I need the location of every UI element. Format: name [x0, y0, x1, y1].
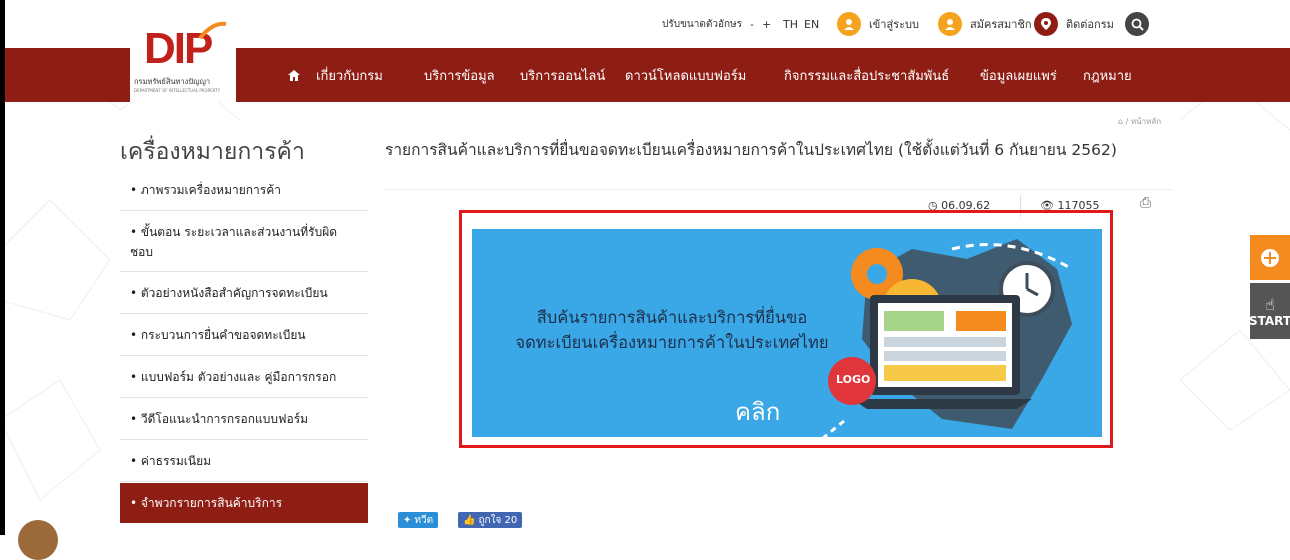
- contact-button[interactable]: ติดต่อกรม: [1034, 10, 1114, 38]
- sidebar-item-overview[interactable]: • ภาพรวมเครื่องหมายการค้า: [120, 170, 368, 211]
- print-icon[interactable]: ⎙: [1140, 195, 1151, 211]
- breadcrumb-home[interactable]: หน้าหลัก: [1131, 117, 1161, 126]
- like-button[interactable]: 👍 ถูกใจ 20: [458, 512, 523, 528]
- hand-pointer-icon: ☝: [1265, 294, 1275, 314]
- banner-line-2: จดทะเบียนเครื่องหมายการค้าในประเทศไทย: [515, 333, 829, 352]
- banner-line-1: สืบค้นรายการสินค้าและบริการที่ยื่นขอ: [536, 308, 808, 327]
- user-add-icon: [938, 12, 962, 36]
- banner-click-label[interactable]: คลิก: [735, 392, 780, 431]
- nav-item-online-service[interactable]: บริการออนไลน์: [520, 48, 605, 102]
- sidebar-item-procedures[interactable]: • ขั้นตอน ระยะเวลาและส่วนงานที่รับผิดชอบ: [120, 212, 368, 272]
- sidebar-title: เครื่องหมายการค้า: [120, 139, 305, 165]
- nav-item-publications[interactable]: ข้อมูลเผยแพร่: [980, 48, 1057, 102]
- login-label: เข้าสู่ระบบ: [869, 18, 919, 31]
- floating-plus-button[interactable]: [1250, 235, 1290, 280]
- logo-subtitle: กรมทรัพย์สินทางปัญญา: [134, 77, 211, 86]
- tweet-button[interactable]: ✦ ทวีต: [398, 512, 439, 528]
- font-size-minus-button[interactable]: -: [750, 18, 754, 31]
- banner-text: สืบค้นรายการสินค้าและบริการที่ยื่นขอ จดท…: [472, 305, 872, 355]
- like-label: ถูกใจ 20: [478, 514, 518, 526]
- lang-en-button[interactable]: EN: [804, 18, 819, 31]
- font-size-label: ปรับขนาดตัวอักษร: [662, 18, 742, 30]
- search-goods-services-banner[interactable]: สืบค้นรายการสินค้าและบริการที่ยื่นขอ จดท…: [472, 229, 1102, 437]
- dip-logo[interactable]: DIP กรมทรัพย์สินทางปัญญา DEPARTMENT OF I…: [130, 18, 236, 102]
- title-divider: [385, 189, 1173, 190]
- register-label: สมัครสมาชิก: [970, 18, 1032, 31]
- breadcrumb-home-icon[interactable]: ⌂: [1118, 117, 1123, 126]
- thumbs-up-icon: 👍: [463, 514, 476, 526]
- login-button[interactable]: เข้าสู่ระบบ: [837, 10, 919, 38]
- nav-item-law[interactable]: กฎหมาย: [1083, 48, 1132, 102]
- lang-th-button[interactable]: TH: [783, 18, 798, 31]
- banner-logo-badge: LOGO: [836, 373, 871, 386]
- nav-item-about[interactable]: เกี่ยวกับกรม: [316, 48, 383, 102]
- plus-icon: [1261, 248, 1279, 267]
- page-title: รายการสินค้าและบริการที่ยื่นขอจดทะเบียนเ…: [385, 141, 1117, 159]
- avatar[interactable]: [18, 520, 58, 560]
- logo-swoosh-icon: [198, 21, 227, 40]
- sidebar-item-filing-process[interactable]: • กระบวนการยื่นคำขอจดทะเบียน: [120, 315, 368, 356]
- font-size-plus-button[interactable]: +: [762, 18, 771, 31]
- register-button[interactable]: สมัครสมาชิก: [938, 10, 1032, 38]
- contact-label: ติดต่อกรม: [1066, 18, 1114, 31]
- sidebar-item-forms[interactable]: • แบบฟอร์ม ตัวอย่างและ คู่มือการกรอก: [120, 357, 368, 398]
- start-label: START: [1248, 313, 1290, 328]
- sidebar-item-video-guide[interactable]: • วีดีโอแนะนำการกรอกแบบฟอร์ม: [120, 399, 368, 440]
- twitter-icon: ✦: [403, 514, 412, 526]
- user-icon: [837, 12, 861, 36]
- home-icon[interactable]: [287, 48, 301, 102]
- sidebar-item-fees[interactable]: • ค่าธรรมเนียม: [120, 441, 368, 482]
- nav-item-info-service[interactable]: บริการข้อมูล: [424, 48, 495, 102]
- search-icon[interactable]: [1125, 12, 1149, 36]
- logo-subtitle-en: DEPARTMENT OF INTELLECTUAL PROPERTY: [134, 88, 221, 93]
- sidebar-item-goods-services-classes[interactable]: • จำพวกรายการสินค้าบริการ: [120, 483, 368, 523]
- start-button[interactable]: ☝ START: [1248, 283, 1290, 339]
- nav-item-download-forms[interactable]: ดาวน์โหลดแบบฟอร์ม: [625, 48, 746, 102]
- nav-item-activities-pr[interactable]: กิจกรรมและสื่อประชาสัมพันธ์: [784, 48, 949, 102]
- location-pin-icon: [1034, 12, 1058, 36]
- tweet-label: ทวีต: [414, 514, 434, 526]
- sidebar-item-certificate-sample[interactable]: • ตัวอย่างหนังสือสำคัญการจดทะเบียน: [120, 273, 368, 314]
- breadcrumb: ⌂ / หน้าหลัก: [1118, 117, 1162, 126]
